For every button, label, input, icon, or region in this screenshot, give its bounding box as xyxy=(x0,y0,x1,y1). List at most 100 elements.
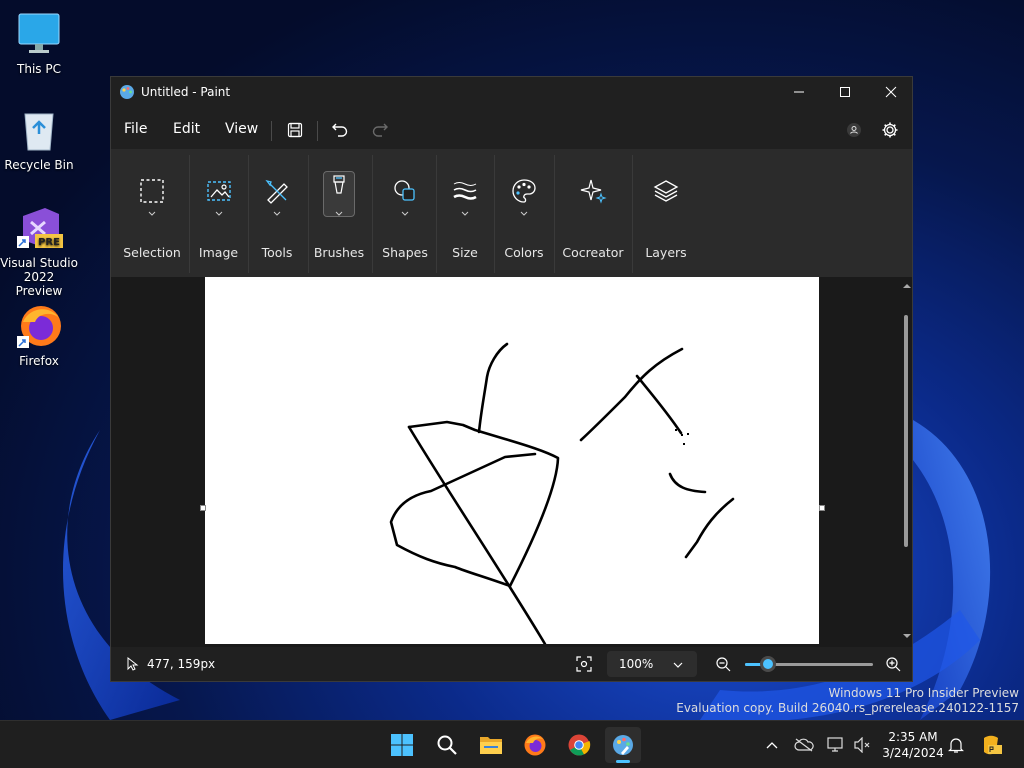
undo-icon xyxy=(332,123,348,137)
ribbon-group-colors[interactable]: Colors xyxy=(496,149,552,277)
ribbon-label: Image xyxy=(198,245,239,260)
ribbon-group-size[interactable]: Size xyxy=(438,149,492,277)
network-icon xyxy=(827,737,843,752)
ribbon-label: Brushes xyxy=(313,245,365,260)
chevron-down-icon xyxy=(520,211,528,216)
zoom-slider-knob[interactable] xyxy=(760,656,777,672)
chevron-down-icon xyxy=(401,211,409,216)
notifications-button[interactable] xyxy=(945,734,967,756)
copilot-pre-icon xyxy=(984,735,1002,755)
ribbon-label: Colors xyxy=(504,245,544,260)
account-button[interactable] xyxy=(841,117,867,143)
desktop-icon-label: This PC xyxy=(17,62,61,76)
taskbar-firefox[interactable] xyxy=(517,727,553,763)
chevron-down-icon xyxy=(148,211,156,216)
selection-icon xyxy=(140,179,164,203)
bell-icon xyxy=(948,738,964,753)
ribbon-divider xyxy=(372,155,373,273)
ribbon-divider xyxy=(494,155,495,273)
ribbon-group-image[interactable]: Image xyxy=(191,149,246,277)
desktop-icon-firefox[interactable]: Firefox xyxy=(0,302,78,368)
redo-button[interactable] xyxy=(367,117,393,143)
shapes-icon xyxy=(394,180,415,201)
firefox-icon xyxy=(524,734,546,756)
save-button[interactable] xyxy=(282,117,308,143)
ribbon-label: Layers xyxy=(645,245,687,260)
brush-icon xyxy=(333,175,345,194)
close-button[interactable] xyxy=(868,77,914,107)
palette-icon xyxy=(512,179,536,203)
canvas-resize-handle-right[interactable] xyxy=(819,505,825,511)
ribbon-divider xyxy=(248,155,249,273)
copilot-preview-button[interactable] xyxy=(980,734,1002,756)
taskbar-chrome[interactable] xyxy=(561,727,597,763)
menu-view[interactable]: View xyxy=(225,121,258,137)
cocreator-icon xyxy=(580,179,607,204)
desktop-icon-recycle-bin[interactable]: Recycle Bin xyxy=(0,106,78,172)
search-button[interactable] xyxy=(429,727,465,763)
menu-edit[interactable]: Edit xyxy=(173,121,200,137)
settings-button[interactable] xyxy=(877,117,903,143)
zoom-out-icon[interactable] xyxy=(715,656,731,672)
menu-bar: File Edit View xyxy=(111,111,912,147)
drawing-strokes xyxy=(389,342,735,646)
chevron-down-icon xyxy=(673,662,683,668)
ribbon-group-shapes[interactable]: Shapes xyxy=(374,149,436,277)
onedrive-tray-icon[interactable] xyxy=(793,734,815,756)
zoom-dropdown[interactable]: 100% xyxy=(607,651,697,677)
system-clock[interactable]: 2:35 AM 3/24/2024 xyxy=(880,729,946,761)
title-bar[interactable]: Untitled - Paint xyxy=(111,77,912,107)
undo-button[interactable] xyxy=(327,117,353,143)
menu-file[interactable]: File xyxy=(124,121,147,137)
desktop-icon-label: Visual Studio 2022 Preview xyxy=(0,256,78,298)
ribbon-label: Tools xyxy=(261,245,293,260)
network-tray-icon[interactable] xyxy=(825,734,847,756)
taskbar-paint[interactable] xyxy=(605,727,641,763)
chrome-icon xyxy=(568,734,591,756)
visual-studio-icon: PRE xyxy=(15,204,63,252)
ribbon-group-selection[interactable]: Selection xyxy=(117,149,187,277)
window-title: Untitled - Paint xyxy=(141,85,231,99)
cursor-coordinates: 477, 159px xyxy=(147,657,216,671)
scrollbar-thumb[interactable] xyxy=(904,315,908,547)
ribbon-label: Size xyxy=(452,245,478,260)
ribbon-divider xyxy=(632,155,633,273)
ribbon-group-cocreator[interactable]: Cocreator xyxy=(556,149,630,277)
watermark-line: Windows 11 Pro Insider Preview xyxy=(828,686,1019,700)
vertical-scrollbar[interactable] xyxy=(901,277,913,645)
show-hidden-icons-button[interactable] xyxy=(761,734,783,756)
ribbon-group-brushes[interactable]: Brushes xyxy=(310,149,368,277)
zoom-slider[interactable] xyxy=(745,656,873,672)
speaker-muted-icon xyxy=(854,737,870,753)
monitor-icon xyxy=(15,10,63,58)
ribbon-label: Cocreator xyxy=(562,245,624,260)
canvas-resize-handle-left[interactable] xyxy=(200,505,206,511)
svg-text:PRE: PRE xyxy=(38,237,60,248)
ribbon-divider xyxy=(436,155,437,273)
fit-to-window-icon[interactable] xyxy=(576,656,592,672)
volume-tray-icon[interactable] xyxy=(851,734,873,756)
folder-icon xyxy=(480,737,502,754)
zoom-in-icon[interactable] xyxy=(885,656,901,672)
maximize-icon xyxy=(840,87,850,97)
ribbon-divider xyxy=(554,155,555,273)
chevron-down-icon xyxy=(215,211,222,216)
menu-divider xyxy=(271,121,272,141)
drawing-canvas[interactable] xyxy=(205,277,819,646)
paint-app-icon xyxy=(119,84,135,100)
ribbon-group-layers[interactable]: Layers xyxy=(634,149,698,277)
gear-icon xyxy=(882,122,898,138)
zoom-value: 100% xyxy=(619,657,654,671)
maximize-button[interactable] xyxy=(822,77,868,107)
start-button[interactable] xyxy=(384,727,420,763)
tools-icon xyxy=(265,179,288,204)
chevron-down-icon xyxy=(461,211,469,216)
ribbon-group-tools[interactable]: Tools xyxy=(250,149,304,277)
minimize-button[interactable] xyxy=(776,77,822,107)
taskbar-file-explorer[interactable] xyxy=(473,727,509,763)
evaluation-watermark: Windows 11 Pro Insider Preview Evaluatio… xyxy=(676,686,1019,716)
desktop-icon-this-pc[interactable]: This PC xyxy=(0,10,78,76)
desktop-icon-visual-studio[interactable]: PRE Visual Studio 2022 Preview xyxy=(0,204,78,298)
ribbon-label: Selection xyxy=(123,245,181,260)
ribbon-divider xyxy=(189,155,190,273)
